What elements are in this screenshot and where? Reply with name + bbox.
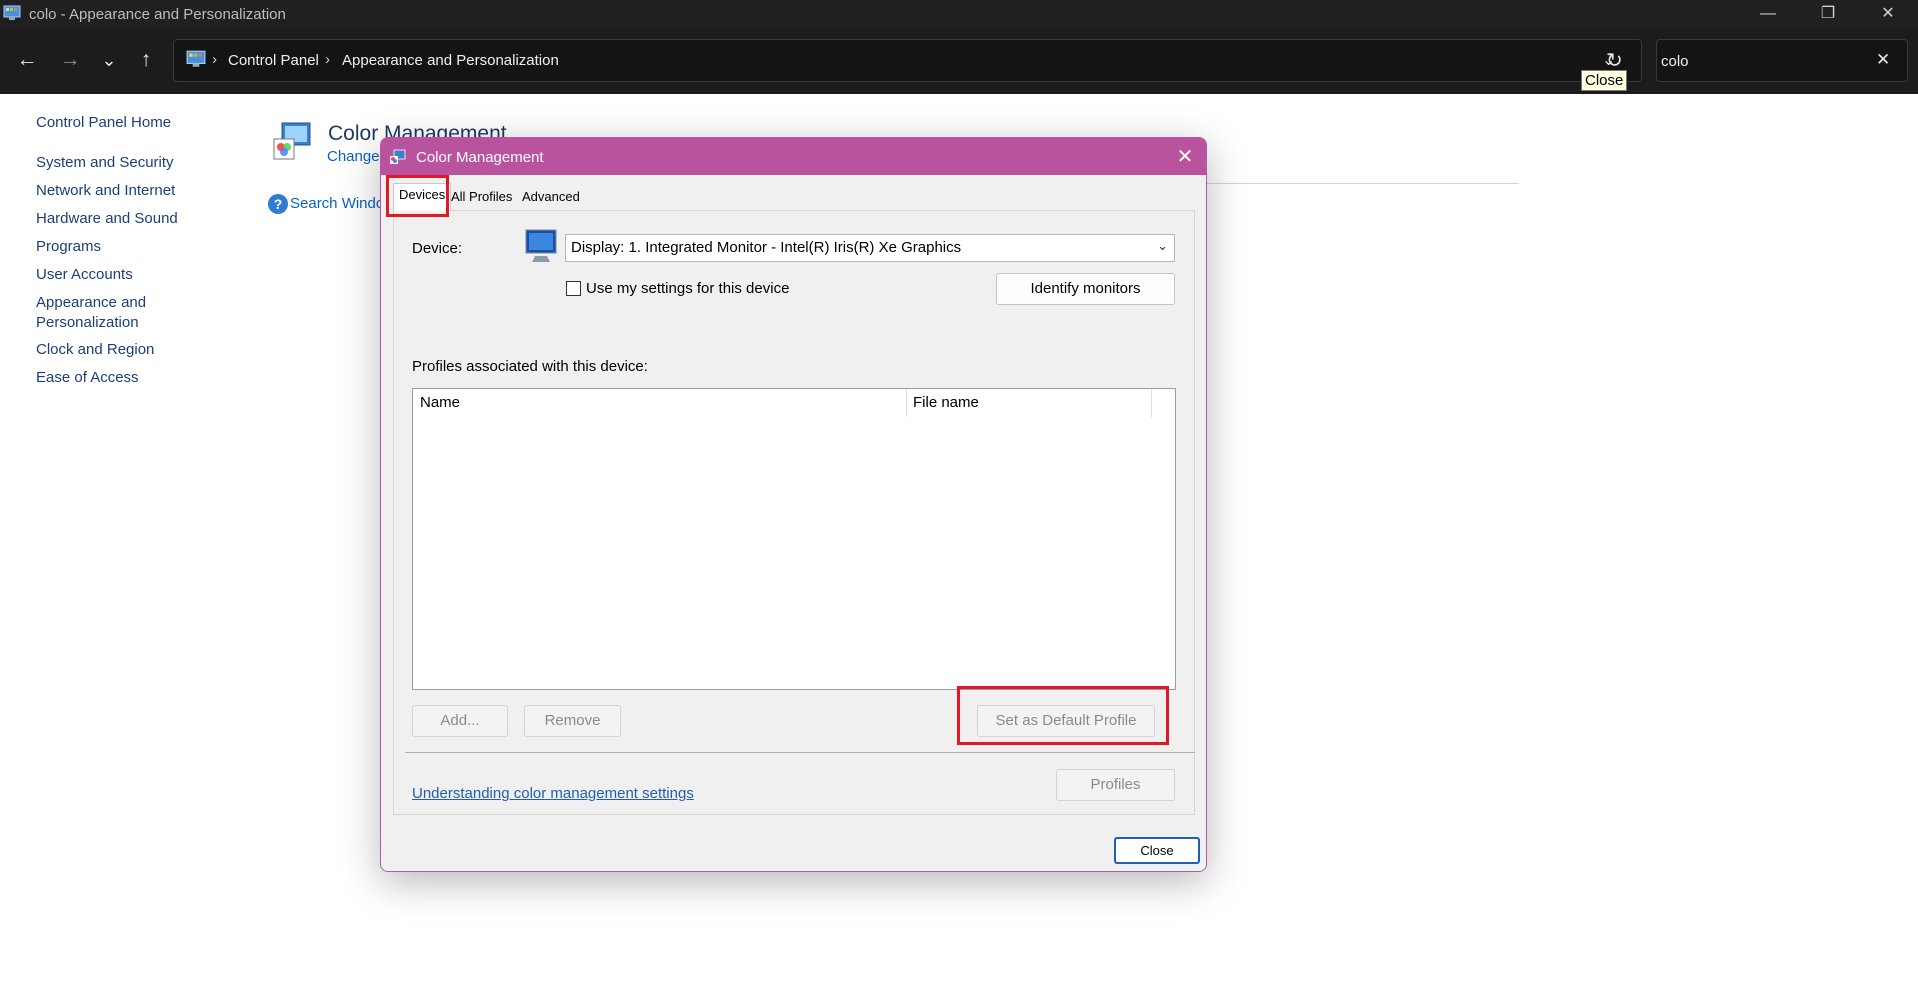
set-default-highlight: [957, 686, 1169, 745]
help-icon[interactable]: ?: [268, 194, 288, 214]
up-arrow-icon[interactable]: ↑: [131, 45, 161, 75]
column-header-file-name[interactable]: File name: [913, 394, 979, 411]
nav-ease-of-access[interactable]: Ease of Access: [36, 368, 139, 388]
column-separator[interactable]: [1151, 389, 1152, 417]
remove-profile-button[interactable]: Remove: [524, 705, 621, 737]
profiles-list[interactable]: Name File name: [412, 388, 1176, 690]
profiles-button[interactable]: Profiles: [1056, 769, 1175, 801]
profiles-label: Profiles associated with this device:: [412, 358, 648, 375]
breadcrumb-control-panel[interactable]: Control Panel: [228, 52, 319, 69]
column-header-name[interactable]: Name: [420, 394, 460, 411]
tab-advanced[interactable]: Advanced: [517, 186, 585, 210]
navigation-bar: ← → ⌄ ↑ › Control Panel › Appearance and…: [0, 29, 1918, 94]
breadcrumb-appearance[interactable]: Appearance and Personalization: [342, 52, 559, 69]
add-profile-button[interactable]: Add...: [412, 705, 508, 737]
color-management-icon: [273, 122, 311, 160]
dialog-titlebar[interactable]: Color Management ✕: [381, 138, 1206, 175]
devices-tab-highlight: [386, 175, 449, 217]
monitor-icon: [525, 229, 557, 262]
dialog-divider: [405, 752, 1195, 753]
nav-system-and-security[interactable]: System and Security: [36, 153, 174, 173]
control-panel-icon: [3, 5, 21, 20]
breadcrumb-separator-icon[interactable]: ›: [325, 51, 330, 68]
color-management-dialog: Color Management ✕ Devices All Profiles …: [380, 137, 1207, 872]
column-separator[interactable]: [906, 389, 907, 417]
tab-all-profiles[interactable]: All Profiles: [446, 186, 517, 210]
close-button[interactable]: Close: [1114, 837, 1200, 864]
dialog-title: Color Management: [416, 149, 544, 166]
window-titlebar: colo - Appearance and Personalization — …: [0, 0, 1918, 29]
back-arrow-icon[interactable]: ←: [12, 45, 42, 75]
clear-search-icon[interactable]: ✕: [1876, 50, 1890, 70]
search-box[interactable]: ✕: [1656, 39, 1908, 82]
background-change-link[interactable]: Change: [327, 148, 380, 165]
nav-clock-and-region[interactable]: Clock and Region: [36, 340, 154, 360]
nav-network-and-internet[interactable]: Network and Internet: [36, 181, 175, 201]
window-title: colo - Appearance and Personalization: [29, 6, 286, 23]
forward-arrow-icon[interactable]: →: [55, 45, 85, 75]
nav-appearance-line2[interactable]: Personalization: [36, 313, 139, 333]
device-select[interactable]: Display: 1. Integrated Monitor - Intel(R…: [565, 234, 1175, 262]
breadcrumb-separator-icon[interactable]: ›: [212, 51, 217, 68]
use-my-settings-label[interactable]: Use my settings for this device: [586, 280, 789, 297]
color-management-help-link[interactable]: Understanding color management settings: [412, 785, 694, 802]
color-management-icon: [390, 149, 406, 164]
minimize-button[interactable]: —: [1738, 0, 1798, 29]
restore-button[interactable]: ❐: [1798, 0, 1858, 29]
search-windows-link[interactable]: Search Windo: [290, 195, 384, 212]
use-my-settings-checkbox[interactable]: [566, 281, 581, 296]
nav-user-accounts[interactable]: User Accounts: [36, 265, 133, 285]
device-label: Device:: [412, 240, 463, 257]
chevron-down-icon: ⌄: [1157, 238, 1168, 253]
control-panel-icon: [186, 50, 206, 67]
nav-programs[interactable]: Programs: [36, 237, 101, 257]
identify-monitors-button[interactable]: Identify monitors: [996, 273, 1175, 305]
address-bar[interactable]: › Control Panel › Appearance and Persona…: [173, 39, 1642, 82]
nav-appearance-line1[interactable]: Appearance and: [36, 293, 146, 313]
left-navigation-pane: Control Panel Home System and Security N…: [0, 94, 260, 394]
close-tooltip: Close: [1581, 70, 1628, 91]
dialog-close-icon[interactable]: ✕: [1171, 144, 1199, 169]
recent-locations-icon[interactable]: ⌄: [94, 45, 124, 75]
device-select-value: Display: 1. Integrated Monitor - Intel(R…: [571, 239, 962, 256]
nav-control-panel-home[interactable]: Control Panel Home: [36, 113, 171, 133]
dialog-footer: Close: [381, 826, 1206, 871]
search-input[interactable]: [1661, 50, 1861, 72]
nav-hardware-and-sound[interactable]: Hardware and Sound: [36, 209, 178, 229]
window-close-button[interactable]: ✕: [1858, 0, 1918, 29]
